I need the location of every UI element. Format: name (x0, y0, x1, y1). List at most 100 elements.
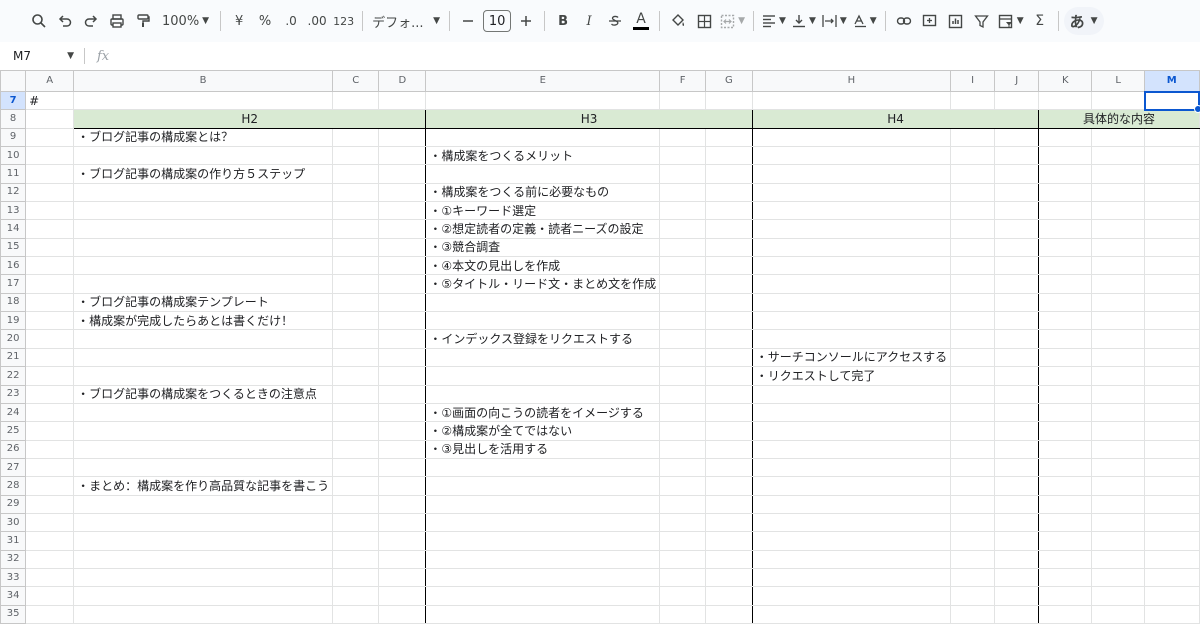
cell-f25[interactable] (659, 421, 707, 441)
cell-f21[interactable] (659, 347, 707, 368)
cell-h19[interactable] (751, 311, 952, 331)
cell-f9[interactable] (659, 127, 707, 148)
row-header-27[interactable]: 27 (0, 457, 27, 478)
cell[interactable] (705, 90, 753, 111)
cell-h29[interactable] (751, 494, 952, 514)
cell-c32[interactable] (332, 549, 380, 569)
row-header-7[interactable]: 7 (0, 90, 27, 111)
cell-a17[interactable] (25, 274, 75, 294)
cell-h30[interactable] (751, 512, 952, 533)
paint-format-icon[interactable] (130, 7, 156, 35)
cell-a27[interactable] (25, 457, 75, 478)
cell-f14[interactable] (659, 219, 707, 239)
cell-c20[interactable] (332, 329, 380, 349)
cell-k30[interactable] (1038, 512, 1093, 533)
text-rotation-button[interactable]: ▼ (850, 7, 880, 35)
cell-c22[interactable] (332, 366, 380, 386)
cell[interactable] (378, 90, 427, 111)
insert-chart-button[interactable] (943, 7, 969, 35)
cell-g19[interactable] (705, 311, 753, 331)
cell-i26[interactable] (950, 439, 996, 459)
cell-d12[interactable] (378, 182, 427, 203)
row-header-21[interactable]: 21 (0, 347, 27, 368)
cell-m28[interactable] (1144, 476, 1200, 496)
cell-a31[interactable] (25, 531, 75, 551)
cell-a15[interactable] (25, 237, 75, 258)
cell-e10[interactable]: ・構成案をつくるメリット (425, 146, 661, 166)
cell-c25[interactable] (332, 421, 380, 441)
cell-h16[interactable] (751, 256, 952, 276)
cell-m31[interactable] (1144, 531, 1200, 551)
cell-k22[interactable] (1038, 366, 1093, 386)
filter-views-button[interactable]: ▼ (995, 7, 1027, 35)
font-size-input[interactable]: 10 (483, 10, 512, 32)
cell-b28[interactable]: ・まとめ：構成案を作り高品質な記事を書こう (73, 476, 334, 496)
cell-j22[interactable] (994, 366, 1040, 386)
cell-e12[interactable]: ・構成案をつくる前に必要なもの (425, 182, 661, 203)
cell-h34[interactable] (751, 586, 952, 606)
cell-k18[interactable] (1038, 292, 1093, 313)
cell-e30[interactable] (425, 512, 661, 533)
cell-h12[interactable] (751, 182, 952, 203)
row-header-12[interactable]: 12 (0, 182, 27, 203)
cell-k33[interactable] (1038, 567, 1093, 588)
cell-f13[interactable] (659, 201, 707, 221)
cell-f28[interactable] (659, 476, 707, 496)
cell-a20[interactable] (25, 329, 75, 349)
cell[interactable] (332, 90, 380, 111)
cell-e22[interactable] (425, 366, 661, 386)
cell-g12[interactable] (705, 182, 753, 203)
cell-e29[interactable] (425, 494, 661, 514)
cell-k11[interactable] (1038, 164, 1093, 184)
cell-f22[interactable] (659, 366, 707, 386)
cell-a30[interactable] (25, 512, 75, 533)
cell-a32[interactable] (25, 549, 75, 569)
cell-k25[interactable] (1038, 421, 1093, 441)
cell-d11[interactable] (378, 164, 427, 184)
cell-b33[interactable] (73, 567, 334, 588)
cell-e16[interactable]: ・④本文の見出しを作成 (425, 256, 661, 276)
cell-e11[interactable] (425, 164, 661, 184)
cell-i22[interactable] (950, 366, 996, 386)
cell-j10[interactable] (994, 146, 1040, 166)
cell-j21[interactable] (994, 347, 1040, 368)
text-color-button[interactable]: A (628, 7, 654, 35)
cell-f16[interactable] (659, 256, 707, 276)
cell-b11[interactable]: ・ブログ記事の構成案の作り方５ステップ (73, 164, 334, 184)
cell-j28[interactable] (994, 476, 1040, 496)
print-icon[interactable] (104, 7, 130, 35)
cell-c26[interactable] (332, 439, 380, 459)
cell[interactable] (950, 90, 996, 111)
cell-d23[interactable] (378, 384, 427, 404)
cell-c14[interactable] (332, 219, 380, 239)
column-header-d[interactable]: D (378, 70, 427, 92)
cell-k14[interactable] (1038, 219, 1093, 239)
cell-c9[interactable] (332, 127, 380, 148)
row-header-34[interactable]: 34 (0, 586, 27, 606)
cell-k17[interactable] (1038, 274, 1093, 294)
cell-l23[interactable] (1091, 384, 1146, 404)
cell-b17[interactable] (73, 274, 334, 294)
cell-j32[interactable] (994, 549, 1040, 569)
row-header-13[interactable]: 13 (0, 201, 27, 221)
cell-l25[interactable] (1091, 421, 1146, 441)
cell-h14[interactable] (751, 219, 952, 239)
cell-c18[interactable] (332, 292, 380, 313)
cell-l19[interactable] (1091, 311, 1146, 331)
cell-c10[interactable] (332, 146, 380, 166)
cell-c29[interactable] (332, 494, 380, 514)
cell-d24[interactable] (378, 402, 427, 423)
cell-g28[interactable] (705, 476, 753, 496)
cell-g31[interactable] (705, 531, 753, 551)
cell-h11[interactable] (751, 164, 952, 184)
cell-h13[interactable] (751, 201, 952, 221)
cell-j26[interactable] (994, 439, 1040, 459)
search-menus-icon[interactable] (26, 7, 52, 35)
insert-link-button[interactable] (891, 7, 917, 35)
cell-l34[interactable] (1091, 586, 1146, 606)
bold-button[interactable]: B (550, 7, 576, 35)
cell-l29[interactable] (1091, 494, 1146, 514)
cell-h18[interactable] (751, 292, 952, 313)
cell-j29[interactable] (994, 494, 1040, 514)
cell-m30[interactable] (1144, 512, 1200, 533)
